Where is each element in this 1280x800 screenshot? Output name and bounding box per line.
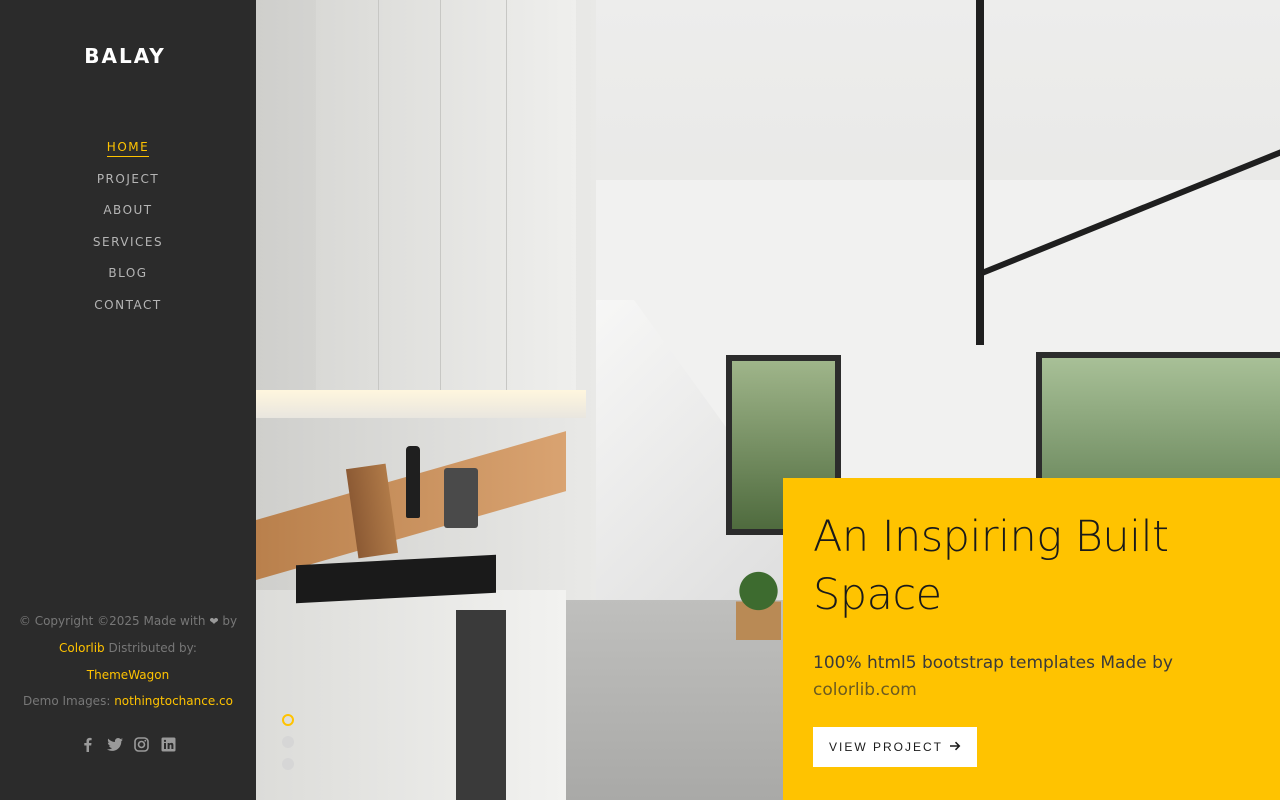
- hero-subtitle-text: 100% html5 bootstrap templates Made by: [813, 653, 1173, 673]
- sidebar-footer: © Copyright ©2025 Made with ❤ by Colorli…: [0, 608, 256, 711]
- hero-subtitle: 100% html5 bootstrap templates Made by c…: [813, 650, 1233, 704]
- arrow-right-icon: [949, 740, 961, 754]
- copyright-text: © Copyright ©2025 Made with: [18, 614, 206, 628]
- hero-image-coffee-machine: [444, 468, 478, 528]
- slider-dot-3[interactable]: [282, 758, 294, 770]
- sidebar: BALAY HOME PROJECT ABOUT SERVICES BLOG C…: [0, 0, 256, 800]
- distributed-text: Distributed by:: [108, 641, 197, 655]
- hero-image-lower-cabinets: [256, 590, 566, 800]
- demo-images-link[interactable]: nothingtochance.co: [114, 694, 233, 708]
- facebook-icon[interactable]: [79, 736, 96, 753]
- by-text: by: [222, 614, 238, 628]
- instagram-icon[interactable]: [133, 736, 150, 753]
- hero-title: An Inspiring Built Space: [813, 512, 1169, 620]
- nav-services[interactable]: SERVICES: [93, 235, 163, 251]
- hero-image-lighting: [256, 390, 586, 418]
- hero-caption-panel: An Inspiring Built Space 100% html5 boot…: [783, 478, 1280, 800]
- hero-image-oven: [456, 610, 506, 800]
- hero-image-bottle: [406, 446, 420, 518]
- nav-home[interactable]: HOME: [106, 140, 150, 157]
- hero-image-cabinets: [316, 0, 576, 390]
- twitter-icon[interactable]: [106, 736, 123, 753]
- demo-images-label: Demo Images:: [23, 694, 111, 708]
- view-project-label: VIEW PROJECT: [829, 740, 944, 754]
- heart-icon: ❤: [209, 615, 219, 628]
- nav-project[interactable]: PROJECT: [97, 172, 159, 188]
- nav-contact[interactable]: CONTACT: [94, 298, 161, 314]
- slider-dot-2[interactable]: [282, 736, 294, 748]
- colorlib-link[interactable]: Colorlib: [59, 641, 105, 655]
- view-project-button[interactable]: VIEW PROJECT: [813, 727, 978, 767]
- hero-image-pendant: [976, 0, 984, 345]
- hero-image-plant: [736, 570, 781, 640]
- social-links: [0, 736, 256, 753]
- nav-about[interactable]: ABOUT: [103, 203, 152, 219]
- hero-subtitle-link[interactable]: colorlib.com: [813, 680, 917, 700]
- linkedin-icon[interactable]: [160, 736, 177, 753]
- slider-dots: [282, 714, 294, 780]
- slider-dot-1[interactable]: [282, 714, 294, 726]
- nav-blog[interactable]: BLOG: [108, 266, 147, 282]
- themewagon-link[interactable]: ThemeWagon: [87, 668, 169, 682]
- brand-logo[interactable]: BALAY: [0, 44, 250, 68]
- main-nav: HOME PROJECT ABOUT SERVICES BLOG CONTACT: [0, 136, 256, 326]
